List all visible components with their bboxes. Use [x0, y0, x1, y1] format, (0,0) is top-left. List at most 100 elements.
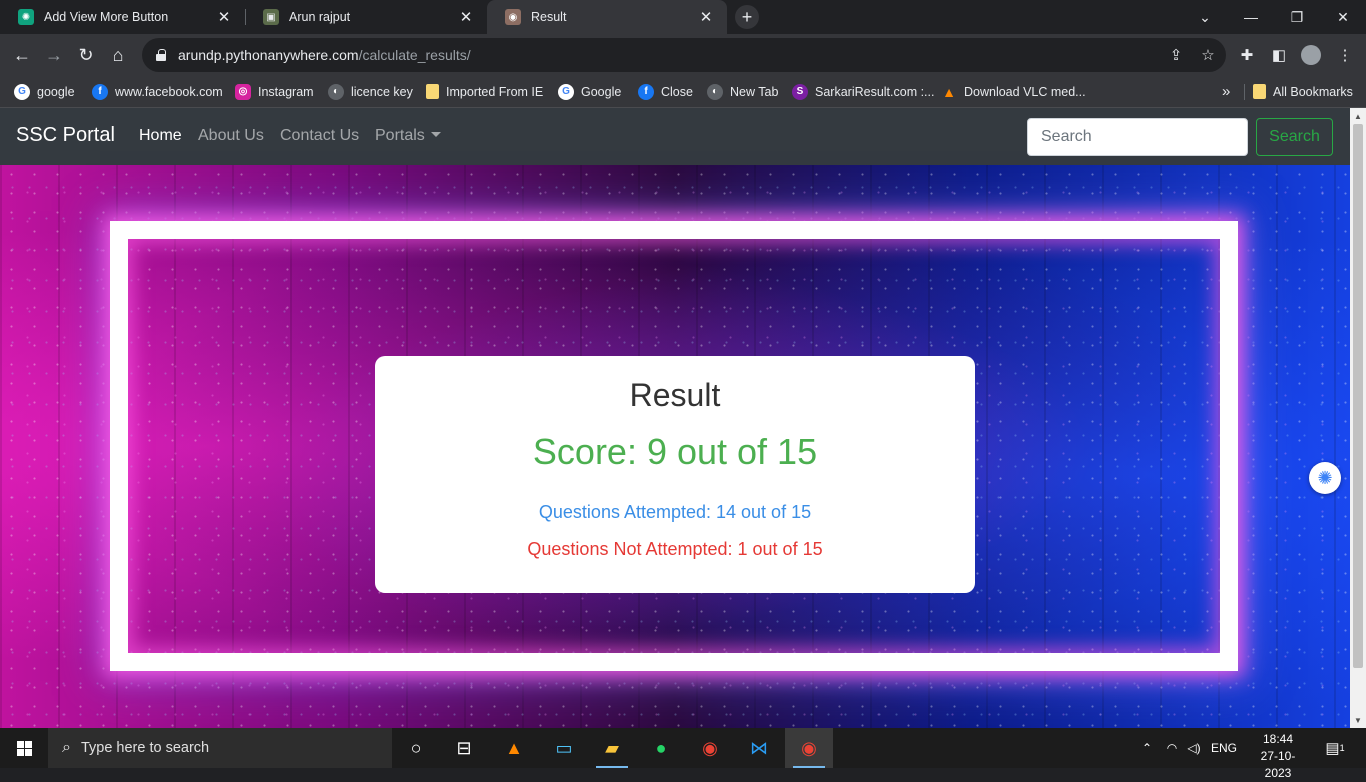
close-window-icon[interactable]: ✕: [1320, 0, 1366, 34]
notification-center-icon[interactable]: ▤ 1: [1318, 728, 1352, 768]
scroll-up-arrow[interactable]: ▲: [1350, 108, 1366, 124]
address-bar[interactable]: arundp.pythonanywhere.com/calculate_resu…: [142, 38, 1226, 72]
assistant-extension-icon[interactable]: ✺: [1309, 462, 1341, 494]
home-icon[interactable]: ⌂: [104, 41, 132, 69]
cortana-icon[interactable]: ○: [392, 728, 440, 768]
restore-icon[interactable]: ❐: [1274, 0, 1320, 34]
volume-icon[interactable]: ◁): [1184, 728, 1204, 768]
url-host: arundp.pythonanywhere.com: [178, 47, 359, 63]
lock-icon: [156, 49, 166, 61]
clock[interactable]: 18:44 27-10-2023: [1248, 731, 1308, 782]
task-view-icon[interactable]: ⊟: [440, 728, 488, 768]
taskbar-search-placeholder: Type here to search: [80, 740, 210, 756]
bookmark-facebook[interactable]: f www.facebook.com: [92, 76, 223, 107]
bookmark-new-tab[interactable]: ◐ New Tab: [707, 76, 778, 107]
questions-attempted-text: Questions Attempted: 14 out of 15: [538, 502, 812, 522]
globe-icon: ◐: [328, 83, 344, 100]
folder-icon: [426, 84, 439, 99]
page-scrollbar[interactable]: ▲ ▼: [1350, 108, 1366, 728]
bookmark-google-2[interactable]: G Google: [558, 76, 621, 107]
bookmark-sarkariresult[interactable]: S SarkariResult.com :...: [792, 76, 934, 107]
bookmark-google[interactable]: G google: [14, 76, 75, 107]
google-icon: G: [14, 83, 30, 100]
questions-not-attempted-text: Questions Not Attempted: 1 out of 15: [527, 539, 823, 559]
site-search-input[interactable]: [1027, 118, 1248, 156]
profile-image-icon: ▣: [263, 9, 279, 25]
language-indicator[interactable]: ENG: [1206, 728, 1242, 768]
bookmark-star-icon[interactable]: ☆: [1199, 46, 1217, 64]
show-hidden-icons[interactable]: ⌃: [1138, 728, 1156, 768]
tab-title: Add View More Button: [44, 10, 169, 24]
scroll-down-arrow[interactable]: ▼: [1350, 712, 1366, 728]
profile-avatar[interactable]: [1297, 41, 1325, 69]
tab-add-view-more-button[interactable]: ✺ Add View More Button ✕: [0, 0, 245, 34]
tab-result[interactable]: ◉ Result ✕: [487, 0, 727, 34]
instagram-icon: ◎: [235, 83, 251, 100]
close-tab-icon[interactable]: ✕: [215, 8, 233, 26]
bookmark-download-vlc[interactable]: ▲ Download VLC med...: [941, 76, 1086, 107]
notification-count: 1: [1339, 743, 1345, 753]
bookmark-label: www.facebook.com: [115, 84, 223, 99]
file-explorer-icon[interactable]: ▰: [588, 728, 636, 768]
vlc-icon[interactable]: ▲: [490, 728, 538, 768]
windows-logo-icon: [16, 740, 32, 756]
bookmark-label: Imported From IE: [446, 84, 544, 99]
bookmark-instagram[interactable]: ◎ Instagram: [235, 76, 314, 107]
new-tab-button[interactable]: +: [735, 5, 759, 29]
bookmark-imported-from-ie[interactable]: Imported From IE: [426, 76, 543, 107]
tab-search-icon[interactable]: ⌄: [1182, 0, 1228, 34]
network-icon[interactable]: ◠: [1162, 728, 1182, 768]
vscode-icon[interactable]: ⋈: [735, 728, 783, 768]
extensions-icon[interactable]: ✚: [1233, 41, 1261, 69]
chatgpt-icon: ✺: [18, 9, 34, 25]
reload-icon[interactable]: ↻: [72, 41, 100, 69]
scroll-thumb[interactable]: [1353, 124, 1363, 668]
site-icon: S: [792, 83, 808, 100]
folder-icon: [1253, 84, 1266, 99]
clock-time: 18:44: [1262, 732, 1294, 746]
taskbar-search-box[interactable]: ⌕ Type here to search: [48, 728, 392, 768]
bookmarks-overflow-button[interactable]: »: [1222, 76, 1230, 107]
bookmark-licence-key[interactable]: ◐ licence key: [328, 76, 413, 107]
remote-desktop-icon[interactable]: ▭: [540, 728, 588, 768]
nav-contact-us[interactable]: Contact Us: [280, 127, 359, 145]
bookmark-label: Download VLC med...: [964, 84, 1086, 99]
bookmark-label: SarkariResult.com :...: [815, 84, 935, 99]
site-search-button[interactable]: Search: [1256, 118, 1333, 156]
caret-down-icon: [430, 132, 441, 137]
tab-title: Arun rajput: [289, 10, 351, 24]
bookmark-label: licence key: [351, 84, 413, 99]
nav-portals-label: Portals: [375, 127, 425, 144]
minimize-icon[interactable]: —: [1228, 0, 1274, 34]
side-panel-icon[interactable]: ◧: [1265, 41, 1293, 69]
forward-icon[interactable]: →: [40, 41, 68, 69]
nav-portals-dropdown[interactable]: Portals: [375, 127, 441, 145]
menu-icon[interactable]: ⋮: [1331, 41, 1359, 69]
chrome-icon[interactable]: ◉: [686, 728, 734, 768]
close-tab-icon[interactable]: ✕: [457, 8, 475, 26]
nav-home[interactable]: Home: [139, 127, 182, 145]
bookmark-label: Google: [581, 84, 622, 99]
url-path: /calculate_results/: [358, 47, 471, 63]
whatsapp-icon[interactable]: ●: [637, 728, 685, 768]
vlc-icon: ▲: [942, 83, 956, 100]
bookmark-label: Instagram: [258, 84, 314, 99]
score-text: Score: 9 out of 15: [532, 431, 818, 472]
site-brand[interactable]: SSC Portal: [16, 124, 115, 147]
result-title: Result: [629, 377, 721, 413]
bookmark-close[interactable]: f Close: [638, 76, 693, 107]
nav-about-us[interactable]: About Us: [198, 127, 264, 145]
close-tab-icon[interactable]: ✕: [697, 8, 715, 26]
tab-strip: ✺ Add View More Button ✕ ▣ Arun rajput ✕…: [0, 0, 1366, 34]
bookmark-label: Close: [661, 84, 693, 99]
share-icon[interactable]: ⇪: [1167, 46, 1185, 64]
chrome-active-icon[interactable]: ◉: [785, 728, 833, 768]
bookmark-label: New Tab: [730, 84, 779, 99]
tab-arun-rajput[interactable]: ▣ Arun rajput ✕: [245, 0, 487, 34]
neon-background: Result Score: 9 out of 15 Questions Atte…: [0, 165, 1350, 728]
all-bookmarks[interactable]: All Bookmarks: [1253, 76, 1353, 107]
facebook-icon: f: [638, 83, 654, 100]
facebook-icon: f: [92, 83, 108, 100]
start-button[interactable]: [0, 728, 48, 768]
back-icon[interactable]: ←: [8, 41, 36, 69]
